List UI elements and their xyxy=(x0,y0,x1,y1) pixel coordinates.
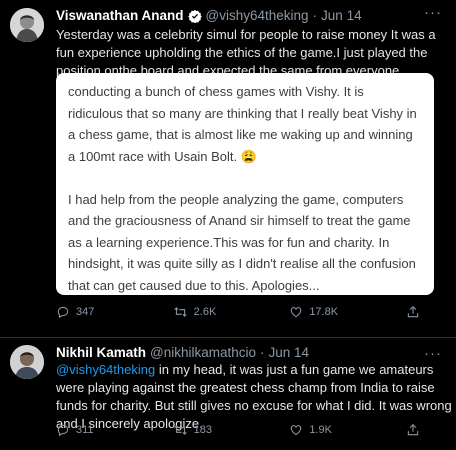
like-count: 1.9K xyxy=(309,424,332,436)
reply-button[interactable]: 311 xyxy=(56,423,146,437)
quoted-paragraph: I had help from the people analyzing the… xyxy=(68,191,416,293)
more-icon[interactable]: ··· xyxy=(424,345,442,362)
avatar[interactable] xyxy=(10,8,44,42)
retweet-button[interactable]: 2.6K xyxy=(173,305,263,319)
like-icon xyxy=(291,307,302,318)
quoted-image[interactable]: conducting a bunch of chess games with V… xyxy=(56,73,434,295)
retweet-icon xyxy=(173,307,187,317)
author-handle[interactable]: @vishy64theking xyxy=(206,8,309,23)
author-name[interactable]: Viswanathan Anand xyxy=(56,8,184,23)
separator-dot: · xyxy=(312,8,318,23)
like-icon xyxy=(291,425,302,436)
more-icon[interactable]: ··· xyxy=(424,4,442,21)
tweet-actions: 347 2.6K 17.8K xyxy=(56,305,426,319)
quoted-paragraph: conducting a bunch of chess games with V… xyxy=(68,84,417,164)
tweet-header: Nikhil Kamath @nikhilkamathcio · Jun 14 xyxy=(56,345,309,360)
retweet-button[interactable]: 183 xyxy=(173,423,263,437)
author-handle[interactable]: @nikhilkamathcio xyxy=(150,345,256,360)
tweet-date[interactable]: Jun 14 xyxy=(321,8,362,23)
retweet-count: 2.6K xyxy=(193,306,217,318)
like-count: 17.8K xyxy=(309,306,339,318)
tweet-actions: 311 183 1.9K xyxy=(56,423,426,437)
reply-count: 347 xyxy=(76,306,95,318)
mention-link[interactable]: @vishy64theking xyxy=(56,362,155,377)
share-button[interactable] xyxy=(406,305,426,319)
share-icon xyxy=(407,424,419,436)
share-icon xyxy=(407,306,419,318)
tweet-header: Viswanathan Anand @vishy64theking · Jun … xyxy=(56,8,362,23)
tweet-date[interactable]: Jun 14 xyxy=(269,345,310,360)
reply-count: 311 xyxy=(76,424,94,436)
like-button[interactable]: 1.9K xyxy=(289,423,379,437)
reply-icon xyxy=(57,424,69,437)
share-button[interactable] xyxy=(406,423,426,437)
retweet-icon xyxy=(173,425,187,435)
like-button[interactable]: 17.8K xyxy=(289,305,379,319)
author-name[interactable]: Nikhil Kamath xyxy=(56,345,146,360)
tweet-text: Yesterday was a celebrity simul for peop… xyxy=(56,27,436,78)
separator-dot: · xyxy=(260,345,265,360)
retweet-count: 183 xyxy=(193,424,213,436)
verified-badge-icon xyxy=(187,9,202,23)
reply-icon xyxy=(57,306,69,319)
avatar[interactable] xyxy=(10,345,44,379)
reply-button[interactable]: 347 xyxy=(56,305,146,319)
